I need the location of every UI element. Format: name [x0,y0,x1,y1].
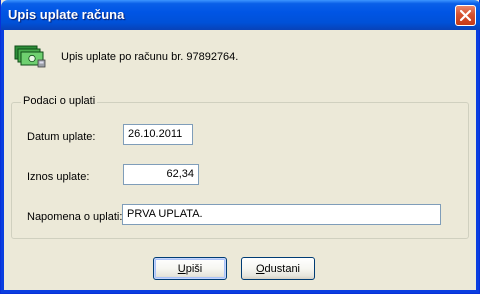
cancel-button-label: dustani [264,262,301,275]
dialog-window: Upis uplate računa Upis uplate po računu… [0,0,480,294]
cancel-button-accel: O [255,262,265,275]
note-field[interactable]: PRVA UPLATA. [122,204,441,225]
date-label: Datum uplate: [27,131,96,143]
close-icon [459,9,472,22]
date-field[interactable]: 26.10.2011 [123,124,193,145]
save-button-accel: U [177,262,186,275]
title-bar[interactable]: Upis uplate računa [1,0,480,30]
window-frame-bottom [1,290,479,293]
note-label: Napomena o uplati: [27,211,123,223]
payment-details-group: Podaci o uplati Datum uplate: 26.10.2011… [11,95,469,239]
group-legend: Podaci o uplati [21,95,98,107]
window-title: Upis uplate računa [8,7,125,22]
amount-label: Iznos uplate: [27,171,90,183]
payment-message: Upis uplate po računu br. 97892764. [61,51,239,63]
save-button-label: piši [185,262,203,275]
cancel-button[interactable]: Odustani [241,257,315,280]
save-button[interactable]: Upiši [153,257,227,280]
close-button[interactable] [455,5,476,26]
money-payment-icon [14,45,46,68]
amount-field[interactable]: 62,34 [123,164,199,185]
